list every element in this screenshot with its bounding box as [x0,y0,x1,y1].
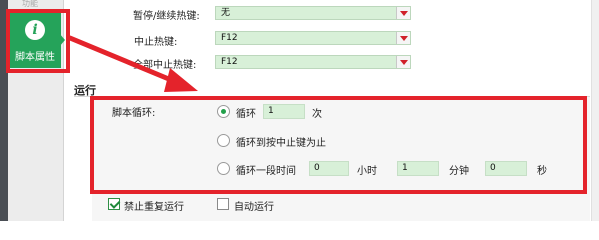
annotation-arrow [67,35,198,92]
